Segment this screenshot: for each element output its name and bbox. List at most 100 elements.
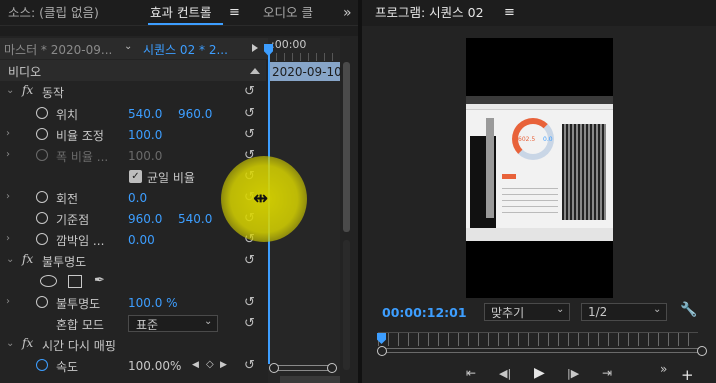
active-tab-underline (148, 23, 223, 25)
chevron-down-icon[interactable]: ⌄ (6, 338, 14, 349)
reset-icon[interactable]: ↺ (244, 316, 255, 331)
ec-zoom-slider[interactable] (272, 365, 332, 371)
position-label: 위치 (56, 108, 79, 122)
reset-icon[interactable]: ↺ (244, 358, 255, 373)
resolution-dropdown-value: 1/2 (588, 305, 608, 319)
tab-audio-mixer[interactable]: 오디오 클 (263, 0, 313, 26)
tab-program-monitor[interactable]: 프로그램: 시퀀스 02 (375, 0, 484, 26)
speed-row: 속도 100.00% ◀ ◇ ▶ ↺ (0, 355, 266, 376)
chevron-right-icon[interactable]: › (6, 191, 10, 202)
add-button-icon[interactable]: + (681, 366, 694, 383)
stopwatch-icon[interactable] (36, 107, 48, 119)
anchor-point-label: 기준점 (56, 213, 90, 227)
program-zoom-handle-left[interactable] (377, 346, 387, 356)
stopwatch-icon[interactable] (36, 359, 48, 371)
stopwatch-icon[interactable] (36, 212, 48, 224)
chevron-down-icon[interactable]: ⌄ (6, 85, 14, 96)
wrench-icon[interactable]: 🔧 (680, 302, 697, 318)
ec-zoom-handle-right[interactable] (327, 363, 337, 373)
program-zoom-slider[interactable] (381, 348, 701, 353)
stopwatch-icon[interactable] (36, 233, 48, 245)
sequence-clip-label: 시퀀스 02 * 2... (143, 43, 228, 57)
chevron-right-icon[interactable]: › (6, 233, 10, 244)
collapse-up-icon[interactable] (250, 68, 260, 74)
chevron-down-icon[interactable]: ⌄ (6, 254, 14, 265)
rotation-value[interactable]: 0.0 (128, 191, 147, 205)
reset-icon[interactable]: ↺ (244, 84, 255, 99)
step-forward-icon[interactable]: |▶ (567, 367, 579, 380)
motion-effect-row[interactable]: ⌄ fx 동작 ↺ (0, 81, 266, 102)
preview-orange-tag (502, 174, 516, 179)
speed-label: 속도 (56, 360, 79, 374)
stopwatch-icon[interactable] (36, 296, 48, 308)
chevron-down-icon: ⌄ (556, 304, 565, 315)
play-icon[interactable]: ▶ (534, 365, 545, 381)
video-section-header: 비디오 (0, 60, 266, 81)
scale-label: 비율 조정 (56, 129, 104, 143)
premiere-window: 소스: (클립 없음) 효과 컨트롤 ≡ 오디오 클 » 마스터 * 2020-… (0, 0, 716, 383)
anti-flicker-row: › 깜박임 ... 0.00 ↺ (0, 229, 266, 250)
scale-width-label: 폭 비율 ... (56, 150, 109, 164)
anti-flicker-value[interactable]: 0.00 (128, 233, 155, 247)
reset-icon[interactable]: ↺ (244, 127, 255, 142)
reset-icon[interactable]: ↺ (244, 295, 255, 310)
anchor-x-value[interactable]: 960.0 (128, 212, 162, 226)
ec-zoom-handle-left[interactable] (269, 363, 279, 373)
fx-toggle-icon: fx (22, 336, 34, 350)
keyframe-add-icon[interactable]: ◇ (206, 359, 214, 370)
scale-value[interactable]: 100.0 (128, 128, 162, 142)
ec-scroll-bottom-track[interactable] (343, 240, 350, 370)
position-row: 위치 540.0 960.0 ↺ (0, 103, 266, 124)
keyframe-next-icon[interactable]: ▶ (220, 360, 227, 370)
program-timecode[interactable]: 00:00:12:01 (382, 305, 467, 320)
reset-icon[interactable]: ↺ (244, 106, 255, 121)
speed-value[interactable]: 100.00% (128, 359, 181, 373)
master-clip-label: 마스터 * 2020-09... (4, 43, 113, 57)
rectangle-mask-icon[interactable] (68, 275, 82, 288)
preview-nav-bar (466, 104, 613, 110)
chevron-right-icon[interactable]: › (6, 296, 10, 307)
pen-mask-icon[interactable]: ✒ (94, 273, 105, 288)
ellipse-mask-icon[interactable] (40, 275, 57, 287)
ec-bottom-controls[interactable] (280, 376, 340, 383)
resize-cursor-icon: ⇹ (253, 188, 269, 209)
tab-source[interactable]: 소스: (클립 없음) (8, 0, 99, 26)
fx-toggle-icon[interactable]: fx (22, 252, 33, 266)
program-zoom-handle-right[interactable] (697, 346, 707, 356)
uniform-scale-checkbox[interactable]: ✓ (129, 170, 142, 183)
go-to-in-icon[interactable]: ⇤ (466, 366, 476, 380)
uniform-scale-label: 균일 비율 (147, 171, 195, 185)
ec-vertical-scrollbar[interactable] (343, 62, 350, 232)
stopwatch-icon[interactable] (36, 128, 48, 140)
stopwatch-icon[interactable] (36, 191, 48, 203)
chevron-down-icon: ⌄ (124, 41, 133, 52)
reset-icon[interactable]: ↺ (244, 253, 255, 268)
effect-controls-menu-icon[interactable]: ≡ (229, 0, 240, 26)
more-controls-icon[interactable]: » (660, 362, 667, 376)
step-back-icon[interactable]: ◀| (499, 367, 511, 380)
time-remap-label: 시간 다시 매핑 (42, 339, 116, 353)
play-clip-icon[interactable] (252, 44, 258, 52)
fx-toggle-icon[interactable]: fx (22, 83, 33, 97)
opacity-effect-row[interactable]: ⌄ fx 불투명도 ↺ (0, 250, 266, 271)
opacity-value[interactable]: 100.0 % (128, 296, 178, 310)
chevron-down-icon: ⌄ (204, 316, 213, 327)
ec-time-start: :00:00 (271, 38, 307, 51)
program-menu-icon[interactable]: ≡ (504, 0, 515, 26)
keyframe-prev-icon[interactable]: ◀ (192, 360, 199, 370)
position-y-value[interactable]: 960.0 (178, 107, 212, 121)
go-to-out-icon[interactable]: ⇥ (602, 366, 612, 380)
chevron-right-icon[interactable]: › (6, 128, 10, 139)
motion-label: 동작 (42, 86, 65, 100)
ec-timeline-ruler (268, 53, 340, 61)
video-header-label: 비디오 (8, 65, 42, 79)
scale-width-row: › 폭 비율 ... 100.0 ↺ (0, 145, 266, 166)
chevron-right-icon: › (6, 149, 10, 160)
blend-mode-value: 표준 (136, 318, 159, 332)
program-time-ruler[interactable] (378, 332, 698, 346)
expand-panels-icon[interactable]: » (343, 0, 352, 26)
ec-clip-name: 2020-09-10 (272, 65, 342, 79)
time-remap-row[interactable]: ⌄ fx 시간 다시 매핑 (0, 334, 266, 355)
anchor-y-value[interactable]: 540.0 (178, 212, 212, 226)
position-x-value[interactable]: 540.0 (128, 107, 162, 121)
